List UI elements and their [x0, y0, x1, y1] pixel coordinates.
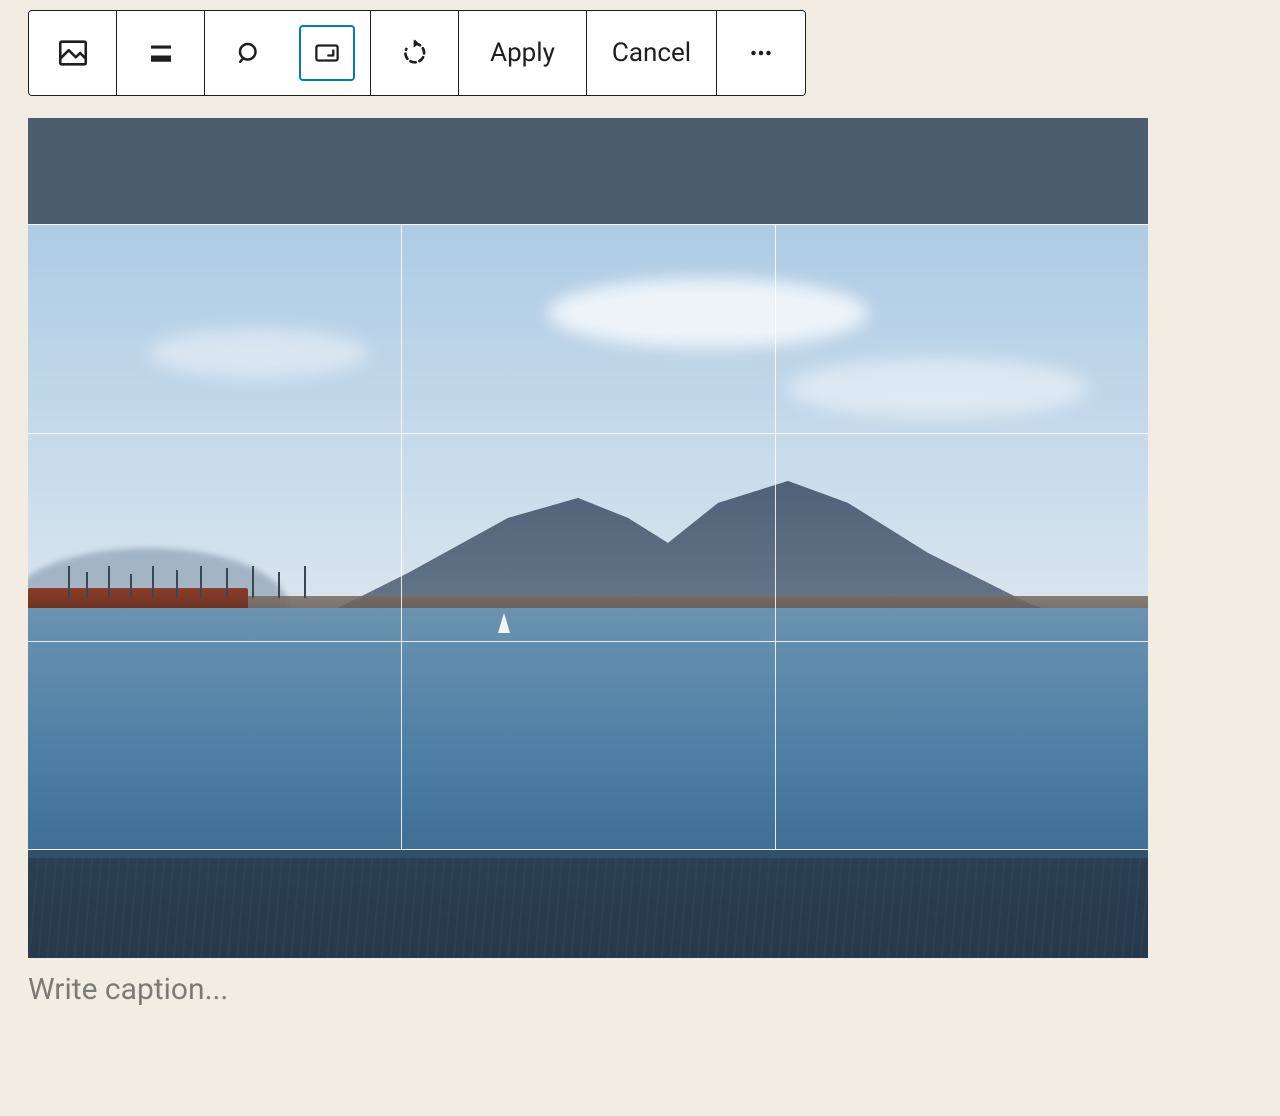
image-crop-canvas[interactable] [28, 118, 1148, 958]
apply-button[interactable]: Apply [459, 11, 587, 95]
block-type-button[interactable] [29, 11, 117, 95]
more-options-icon [733, 25, 789, 81]
more-options-button[interactable] [717, 11, 805, 95]
aspect-ratio-button[interactable] [299, 25, 355, 81]
image-preview [28, 118, 1148, 958]
apply-label: Apply [490, 38, 555, 68]
caption-input[interactable]: Write caption... [28, 972, 1148, 1007]
rotate-icon [387, 25, 443, 81]
image-icon [45, 25, 101, 81]
rotate-button[interactable] [371, 11, 459, 95]
cancel-label: Cancel [612, 38, 691, 68]
crop-tools-group [205, 11, 371, 95]
cancel-button[interactable]: Cancel [587, 11, 717, 95]
block-toolbar: Apply Cancel [28, 10, 806, 96]
zoom-button[interactable] [221, 25, 277, 81]
align-icon [133, 25, 189, 81]
align-button[interactable] [117, 11, 205, 95]
